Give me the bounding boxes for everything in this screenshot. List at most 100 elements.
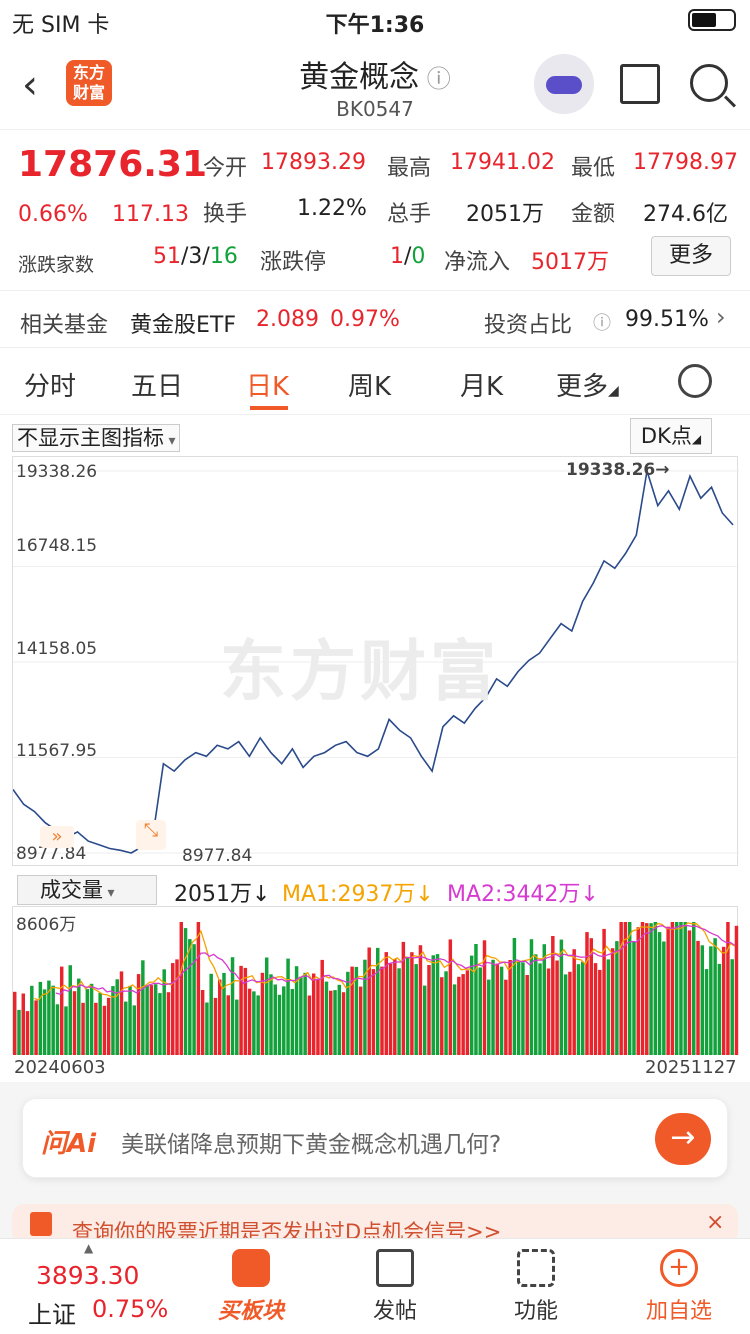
volume-bar bbox=[346, 971, 350, 1055]
volume-bar bbox=[474, 944, 478, 1055]
tab-five-day[interactable]: 五日 bbox=[131, 366, 183, 403]
more-button[interactable]: 更多 bbox=[651, 236, 731, 276]
dk-button[interactable]: DK点◢ bbox=[630, 418, 712, 454]
volume-indicator-select[interactable]: 成交量 ▾ bbox=[17, 875, 157, 905]
current-price: 17876.31 bbox=[18, 144, 208, 185]
volume-bar bbox=[217, 979, 222, 1055]
volume-bar bbox=[444, 971, 448, 1055]
volume-bar bbox=[427, 965, 431, 1055]
volume-ma1: MA1:2937万↓ bbox=[282, 882, 434, 907]
info-icon[interactable]: ⓘ bbox=[419, 65, 451, 93]
volume-bar bbox=[461, 974, 465, 1055]
chevron-right-icon: › bbox=[716, 303, 726, 331]
volume-bar bbox=[393, 959, 397, 1055]
volume-bar bbox=[649, 923, 653, 1055]
volume-bar bbox=[341, 992, 346, 1055]
volume-bar bbox=[21, 993, 26, 1055]
share-icon[interactable] bbox=[620, 64, 660, 104]
nav-add-watchlist[interactable]: + 加自选 bbox=[614, 1249, 744, 1325]
volume-value: 2051万 bbox=[466, 202, 544, 227]
volume-bar bbox=[94, 1002, 98, 1055]
limit-values: 1/0 bbox=[390, 244, 426, 269]
scroll-left-icon[interactable]: » bbox=[40, 826, 74, 848]
tab-more[interactable]: 更多◢ bbox=[556, 366, 619, 403]
help-icon[interactable]: ⓘ bbox=[593, 309, 611, 335]
volume-bar bbox=[555, 960, 559, 1055]
tab-monthly-k[interactable]: 月K bbox=[460, 366, 503, 403]
volume-bar bbox=[704, 969, 709, 1055]
volume-bar bbox=[59, 966, 64, 1055]
related-fund-row[interactable]: 相关基金 黄金股ETF 2.089 0.97% 投资占比 ⓘ 99.51% › bbox=[0, 291, 750, 347]
volume-bar bbox=[538, 963, 542, 1055]
volume-bar bbox=[42, 989, 47, 1055]
volume-bar bbox=[64, 1006, 68, 1055]
expand-icon[interactable]: ⤡ bbox=[136, 820, 166, 850]
open-value: 17893.29 bbox=[261, 150, 366, 175]
volume-bar bbox=[333, 990, 337, 1055]
volume-bar bbox=[397, 968, 401, 1055]
volume-bar bbox=[687, 930, 692, 1055]
volume-bar bbox=[504, 979, 508, 1055]
volume-bar bbox=[119, 971, 124, 1055]
volume-bar bbox=[508, 960, 512, 1055]
volume-bar bbox=[51, 985, 55, 1055]
volume-bar bbox=[623, 922, 628, 1055]
volume-bar bbox=[34, 1000, 38, 1055]
volume-bar bbox=[252, 991, 256, 1055]
netflow-value: 5017万 bbox=[531, 250, 609, 275]
add-icon: + bbox=[660, 1249, 698, 1287]
volume-bar bbox=[448, 939, 453, 1055]
index-change: 0.75% bbox=[92, 1295, 169, 1323]
fund-price: 2.089 bbox=[256, 307, 319, 332]
volume-bar bbox=[303, 972, 307, 1055]
nav-buy-sector[interactable]: 买板块 bbox=[186, 1249, 316, 1325]
close-icon[interactable]: × bbox=[706, 1210, 724, 1235]
assistant-avatar[interactable] bbox=[534, 54, 594, 114]
tab-daily-k[interactable]: 日K bbox=[246, 366, 289, 403]
volume-bar bbox=[141, 960, 145, 1055]
volume-bar bbox=[200, 990, 205, 1055]
volume-bar bbox=[585, 932, 589, 1055]
volume-bar bbox=[414, 964, 418, 1055]
nav-post[interactable]: 发帖 bbox=[330, 1249, 460, 1325]
volume-bar bbox=[13, 991, 17, 1055]
volume-bar bbox=[158, 993, 162, 1055]
search-icon[interactable] bbox=[690, 64, 728, 102]
edit-icon bbox=[376, 1249, 414, 1287]
volume-bar bbox=[85, 989, 90, 1055]
volume-bar bbox=[721, 946, 726, 1055]
volume-bar bbox=[171, 963, 175, 1055]
gear-icon[interactable] bbox=[678, 364, 712, 398]
volume-bar bbox=[542, 944, 547, 1055]
volume-bar bbox=[610, 948, 615, 1055]
volume-bar bbox=[516, 961, 521, 1055]
turnover-value: 1.22% bbox=[297, 196, 367, 221]
volume-ma2: MA2:3442万↓ bbox=[447, 882, 599, 907]
tab-intraday[interactable]: 分时 bbox=[24, 366, 76, 403]
volume-bar bbox=[713, 938, 717, 1055]
volume-bar bbox=[568, 971, 572, 1055]
volume-bar bbox=[30, 985, 34, 1055]
volume-bar bbox=[98, 992, 102, 1055]
volume-bar bbox=[598, 969, 602, 1055]
expand-up-icon[interactable]: ▲ bbox=[84, 1241, 93, 1255]
volume-bar bbox=[657, 932, 662, 1055]
volume-bar bbox=[128, 985, 132, 1055]
volume-chart[interactable] bbox=[12, 906, 739, 1055]
tab-weekly-k[interactable]: 周K bbox=[348, 366, 391, 403]
volume-bar bbox=[188, 939, 192, 1055]
ai-question-bar[interactable]: 问Ai 美联储降息预期下黄金概念机遇几何? → bbox=[22, 1098, 728, 1178]
volume-label: 总手 bbox=[387, 202, 432, 227]
volume-bar bbox=[440, 977, 444, 1055]
volume-bar bbox=[209, 973, 213, 1055]
volume-bar bbox=[717, 963, 722, 1055]
low-label: 最低 bbox=[571, 156, 616, 181]
index-value[interactable]: 3893.30 bbox=[36, 1261, 139, 1290]
volume-bar bbox=[260, 972, 265, 1055]
nav-functions[interactable]: 功能 bbox=[471, 1249, 601, 1325]
arrow-right-icon[interactable]: → bbox=[655, 1113, 711, 1165]
volume-bar bbox=[337, 984, 342, 1055]
y-tick-label: 16748.15 bbox=[16, 536, 98, 556]
min-marker: 8977.84 bbox=[182, 846, 253, 866]
indicator-select[interactable]: 不显示主图指标 ▾ bbox=[12, 424, 181, 452]
